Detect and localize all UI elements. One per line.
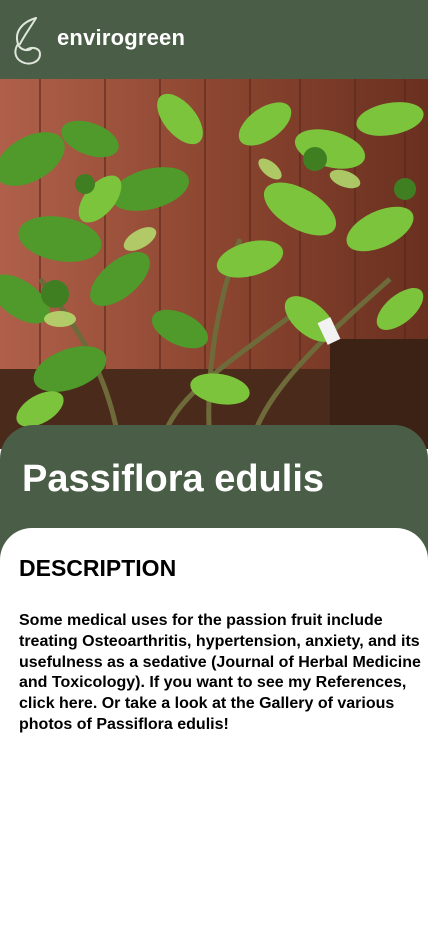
description-intro: Some medical uses for the passion fruit …	[19, 612, 421, 692]
plant-photo	[0, 79, 428, 449]
description-heading: DESCRIPTION	[19, 555, 177, 581]
gallery-link[interactable]: Gallery	[259, 695, 313, 712]
plant-title: Passiflora edulis	[22, 458, 325, 500]
description-text: Some medical uses for the passion fruit …	[19, 611, 421, 736]
description-middle: . Or take a look at the	[92, 695, 260, 713]
app-header: envirogreen	[0, 0, 428, 79]
references-link[interactable]: click here	[19, 695, 93, 712]
leaf-logo-icon[interactable]	[10, 14, 44, 68]
brand-name[interactable]: envirogreen	[57, 25, 185, 51]
hero-image	[0, 79, 428, 449]
